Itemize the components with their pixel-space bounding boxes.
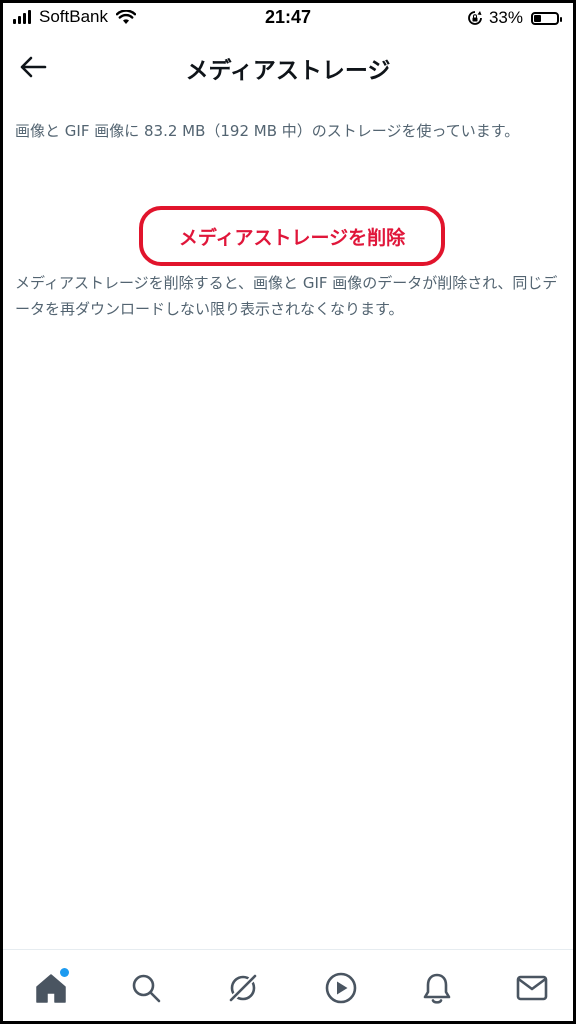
status-right: 33% (467, 8, 562, 28)
nav-messages[interactable] (512, 968, 552, 1008)
search-icon (132, 974, 161, 1003)
notification-dot (60, 968, 69, 977)
spaces-icon (227, 972, 259, 1004)
bell-icon (423, 973, 451, 1004)
rotation-lock-icon (468, 11, 482, 25)
nav-notifications[interactable] (417, 968, 457, 1008)
nav-video[interactable] (321, 968, 361, 1008)
battery-icon (531, 11, 562, 25)
play-icon (325, 972, 357, 1004)
nav-search[interactable] (126, 968, 166, 1008)
status-bar: SoftBank 21:47 33% (3, 3, 573, 35)
nav-home[interactable] (31, 968, 71, 1008)
nav-spaces[interactable] (223, 968, 263, 1008)
page-title: メディアストレージ (185, 58, 391, 84)
battery-fill (534, 14, 541, 22)
delete-media-storage-button[interactable]: メディアストレージを削除 (143, 210, 441, 262)
app-screen: SoftBank 21:47 33% メディアストレージ 画像と GIF 画像に… (0, 0, 576, 1024)
storage-usage-text: 画像と GIF 画像に 83.2 MB（192 MB 中）のストレージを使ってい… (15, 122, 520, 140)
highlight-outline: メディアストレージを削除 (139, 206, 445, 266)
page-header: メディアストレージ (3, 35, 573, 99)
bottom-nav (3, 949, 573, 1021)
delete-explanation-text: メディアストレージを削除すると、画像と GIF 画像のデータが削除され、同じデー… (15, 274, 558, 318)
battery-percent: 33% (488, 8, 523, 27)
mail-icon (516, 975, 548, 1001)
